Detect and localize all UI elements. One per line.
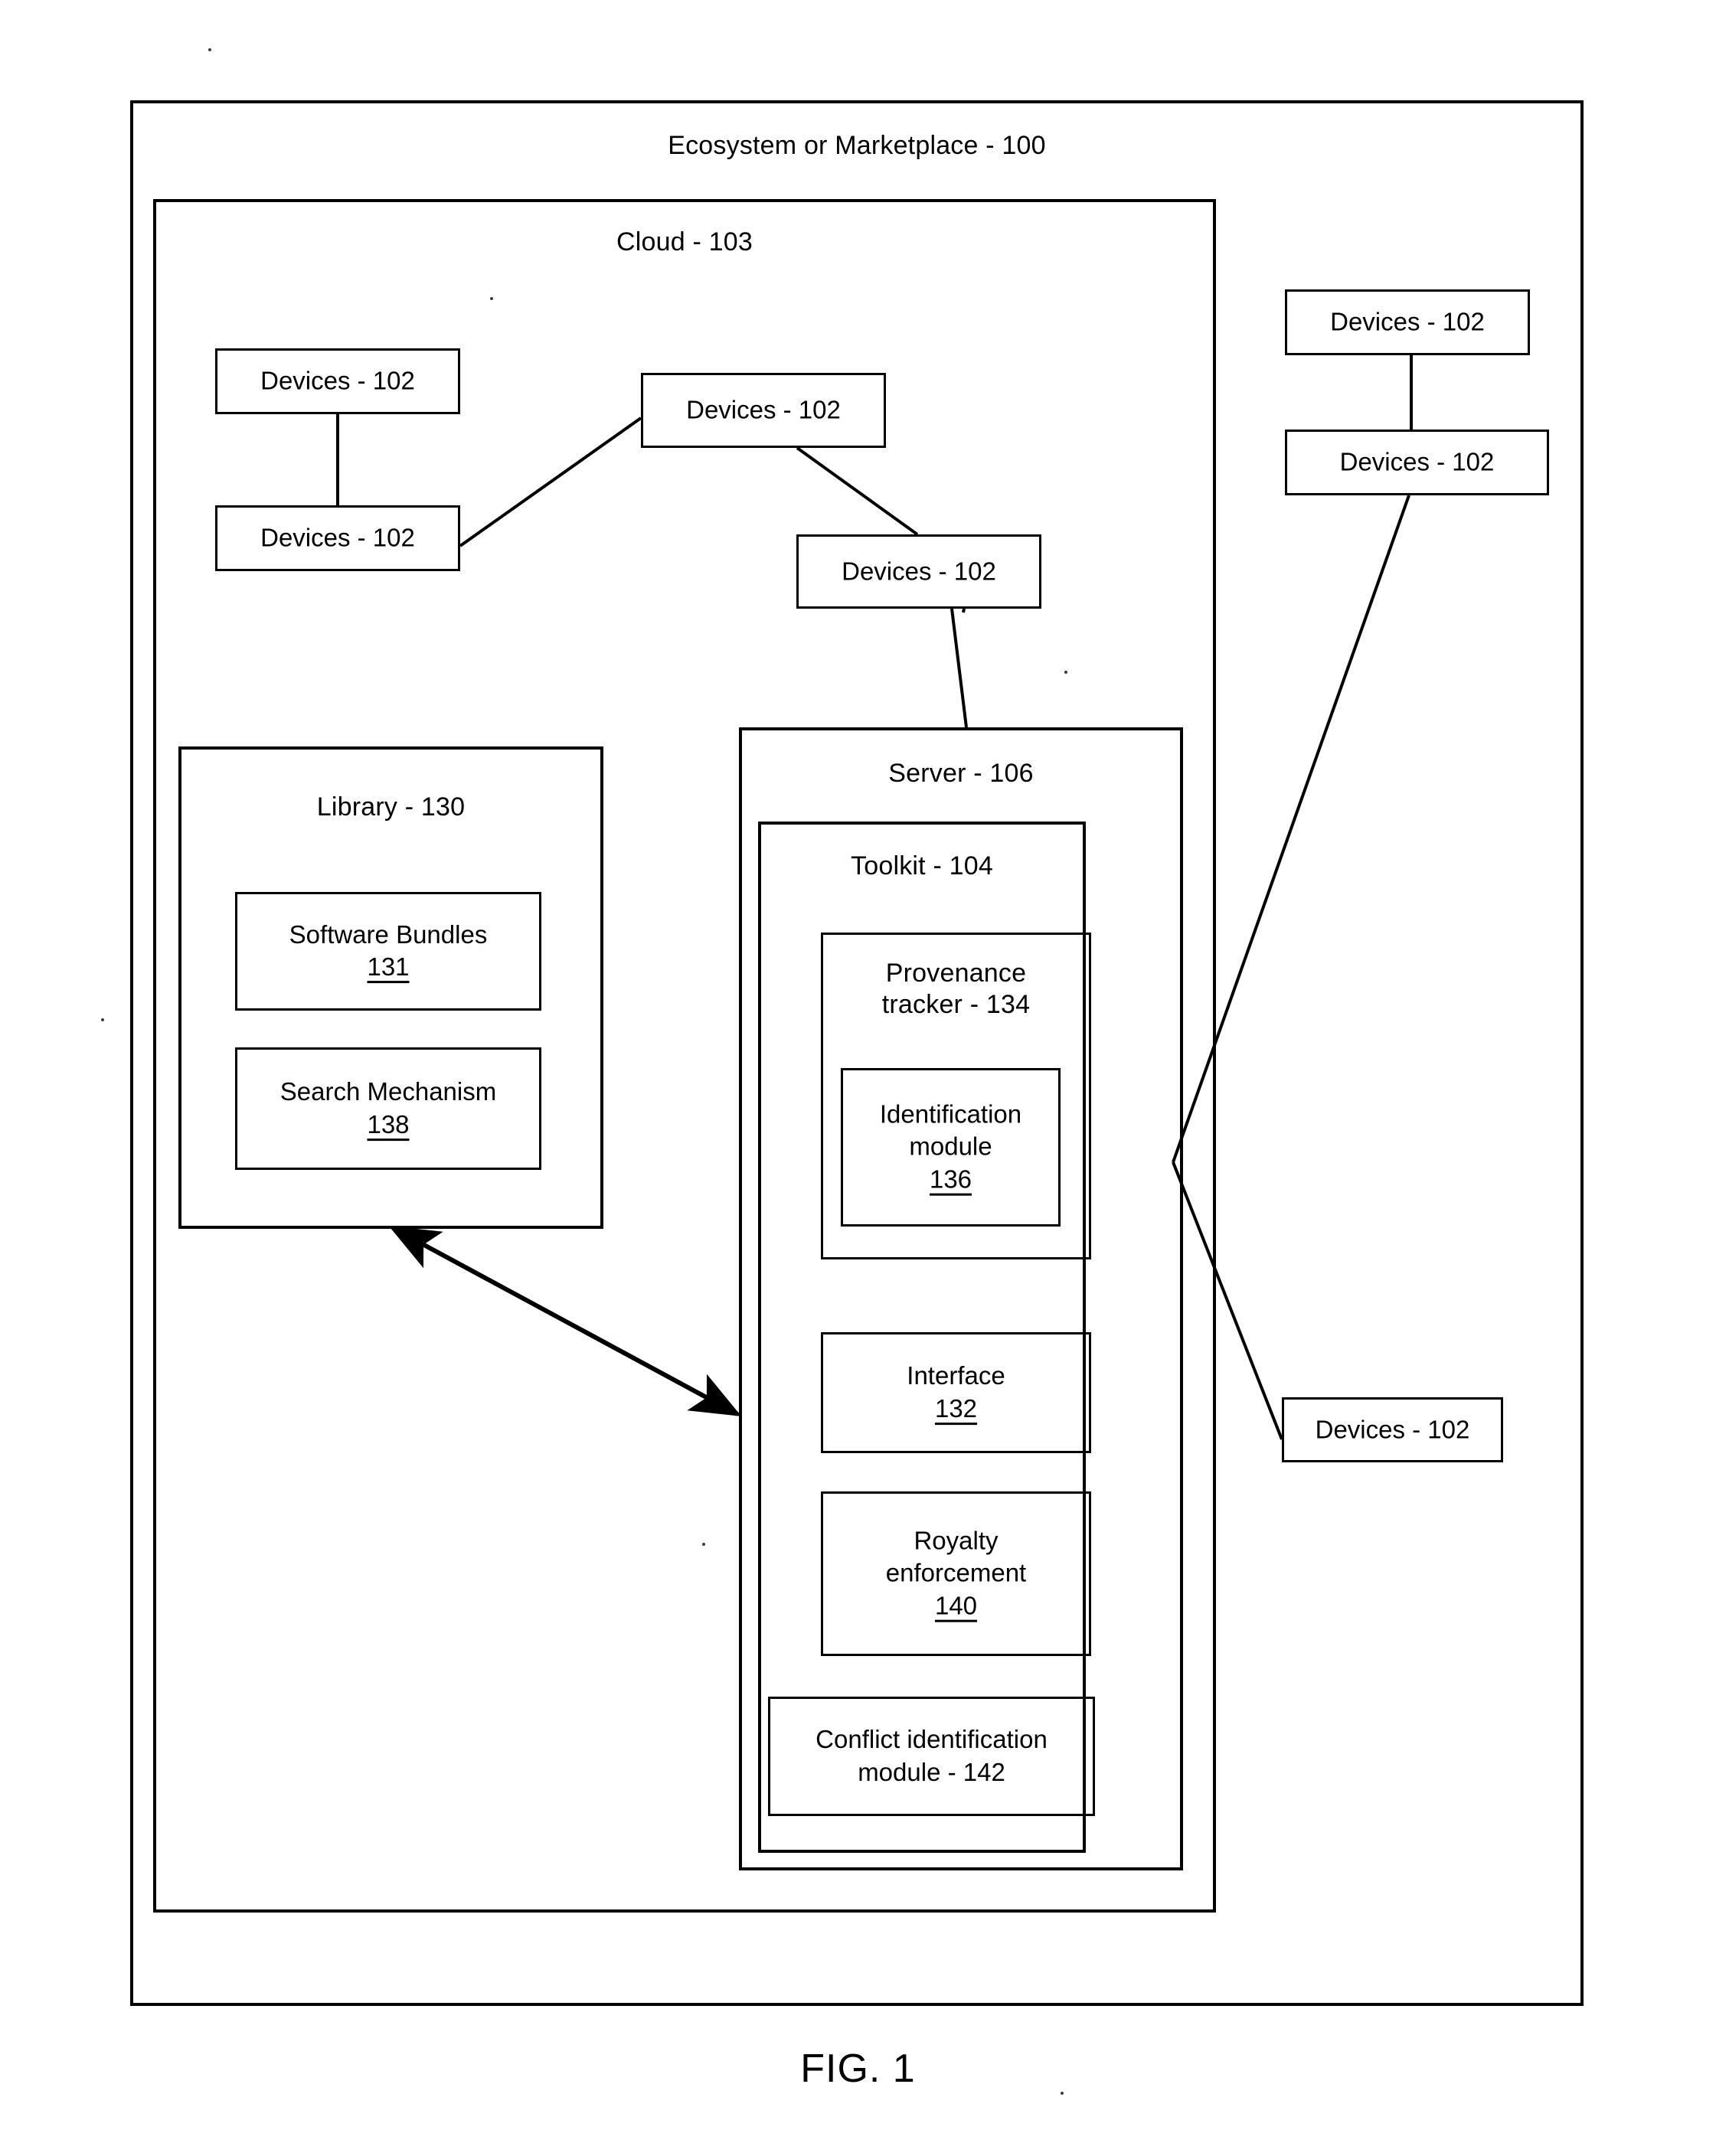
- device-box-4[interactable]: Devices - 102: [796, 534, 1041, 609]
- scan-speck: [490, 297, 493, 300]
- royalty-enforcement-line1: Royalty: [914, 1526, 999, 1555]
- software-bundles-box[interactable]: Software Bundles 131: [235, 892, 541, 1011]
- interface-name: Interface: [907, 1361, 1005, 1390]
- figure-page: Ecosystem or Marketplace - 100 Cloud - 1…: [0, 0, 1716, 2156]
- provenance-tracker-title: Provenance tracker - 134: [823, 958, 1089, 1021]
- identification-module-label: Identification module 136: [843, 1098, 1058, 1197]
- identification-module-line1: Identification: [879, 1099, 1022, 1129]
- device-box-2[interactable]: Devices - 102: [215, 505, 460, 571]
- ecosystem-marketplace-title: Ecosystem or Marketplace - 100: [668, 131, 1046, 160]
- scan-speck: [208, 48, 211, 51]
- search-mechanism-box[interactable]: Search Mechanism 138: [235, 1047, 541, 1170]
- conflict-identification-module-label: Conflict identification module - 142: [770, 1723, 1093, 1789]
- royalty-enforcement-refnum: 140: [934, 1591, 978, 1620]
- device-box-3-label: Devices - 102: [686, 395, 841, 424]
- interface-refnum: 132: [934, 1394, 978, 1423]
- device-box-5-label: Devices - 102: [1330, 307, 1485, 336]
- scan-speck: [101, 1018, 104, 1021]
- royalty-enforcement-box[interactable]: Royalty enforcement 140: [821, 1491, 1091, 1656]
- identification-module-line2: module: [909, 1132, 992, 1161]
- cloud-title: Cloud - 103: [616, 227, 753, 256]
- toolkit-title: Toolkit - 104: [851, 851, 993, 880]
- device-box-6-label: Devices - 102: [1339, 447, 1495, 476]
- library-title: Library - 130: [316, 792, 466, 822]
- device-box-7-label: Devices - 102: [1315, 1415, 1470, 1444]
- identification-module-box[interactable]: Identification module 136: [841, 1068, 1061, 1227]
- device-box-3[interactable]: Devices - 102: [641, 373, 886, 448]
- device-box-5[interactable]: Devices - 102: [1285, 289, 1530, 355]
- figure-caption: FIG. 1: [800, 2047, 916, 2091]
- conflict-identification-module-box[interactable]: Conflict identification module - 142: [768, 1697, 1095, 1816]
- royalty-enforcement-label: Royalty enforcement 140: [823, 1524, 1089, 1623]
- identification-module-refnum: 136: [929, 1165, 972, 1194]
- interface-box[interactable]: Interface 132: [821, 1332, 1091, 1453]
- software-bundles-label: Software Bundles 131: [237, 919, 539, 985]
- provenance-tracker-line1: Provenance: [885, 959, 1027, 988]
- software-bundles-refnum: 131: [367, 952, 410, 982]
- server-title: Server - 106: [888, 759, 1034, 788]
- search-mechanism-refnum: 138: [367, 1110, 410, 1138]
- interface-label: Interface 132: [823, 1360, 1089, 1426]
- scan-speck: [702, 1543, 705, 1546]
- search-mechanism-label: Search Mechanism 138: [237, 1076, 539, 1142]
- scan-speck: [1061, 2092, 1064, 2095]
- conflict-identification-line1: Conflict identification: [816, 1725, 1048, 1754]
- search-mechanism-name: Search Mechanism: [279, 1077, 497, 1106]
- provenance-tracker-line2: tracker - 134: [881, 990, 1031, 1020]
- software-bundles-name: Software Bundles: [289, 920, 488, 949]
- device-box-7[interactable]: Devices - 102: [1282, 1397, 1503, 1462]
- royalty-enforcement-line2: enforcement: [885, 1559, 1027, 1588]
- scan-speck: [1064, 671, 1067, 674]
- device-box-2-label: Devices - 102: [260, 523, 415, 552]
- conflict-identification-line2: module - 142: [858, 1758, 1005, 1786]
- device-box-6[interactable]: Devices - 102: [1285, 430, 1549, 495]
- device-box-1[interactable]: Devices - 102: [215, 348, 460, 414]
- device-box-4-label: Devices - 102: [842, 557, 996, 586]
- device-box-1-label: Devices - 102: [260, 366, 415, 395]
